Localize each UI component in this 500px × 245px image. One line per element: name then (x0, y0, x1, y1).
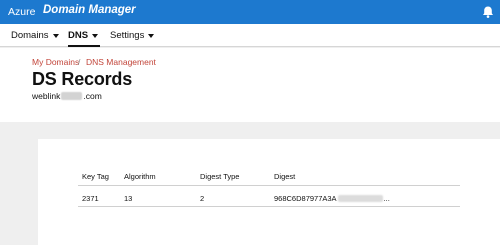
chevron-down-icon (52, 33, 59, 38)
breadcrumb-dns-management[interactable]: DNS Management (86, 57, 156, 67)
cell-algorithm: 13 (124, 194, 133, 203)
ds-records-card (38, 139, 500, 245)
redacted-block (61, 92, 83, 100)
cell-key-tag: 2371 (82, 194, 99, 203)
nav-dns[interactable]: DNS (68, 24, 100, 47)
breadcrumb-my-domains[interactable]: My Domains (32, 57, 79, 67)
domain-prefix: weblink (32, 91, 61, 101)
app-title[interactable]: Domain Manager (43, 4, 136, 16)
domain-suffix: .com (83, 91, 102, 101)
main-nav: Domains DNS Settings (0, 24, 500, 47)
header-digest-type: Digest Type (200, 172, 240, 181)
digest-prefix: 968C6D87977A3A (274, 194, 337, 203)
table-header-divider (78, 185, 460, 186)
breadcrumb-separator: / (78, 57, 81, 67)
top-app-bar: Azure Domain Manager (0, 0, 500, 24)
nav-domains-label: Domains (11, 30, 49, 41)
table-row-divider (78, 206, 460, 207)
nav-domains[interactable]: Domains (11, 24, 63, 47)
domain-name: weblink .com (32, 91, 102, 101)
header-algorithm: Algorithm (124, 172, 156, 181)
header-digest: Digest (274, 172, 296, 181)
digest-suffix: ... (383, 194, 390, 203)
redacted-block (337, 195, 383, 202)
nav-settings-label: Settings (110, 30, 145, 41)
bell-icon[interactable] (481, 5, 495, 19)
nav-settings[interactable]: Settings (110, 24, 155, 47)
chevron-down-icon (148, 33, 155, 38)
chevron-down-icon (92, 33, 99, 38)
header-key-tag: Key Tag (82, 172, 109, 181)
brand-azure-label[interactable]: Azure (8, 6, 35, 18)
page-title: DS Records (32, 69, 133, 89)
cell-digest: 968C6D87977A3A ... (274, 194, 390, 203)
cell-digest-type: 2 (200, 194, 205, 203)
nav-dns-label: DNS (68, 30, 89, 41)
